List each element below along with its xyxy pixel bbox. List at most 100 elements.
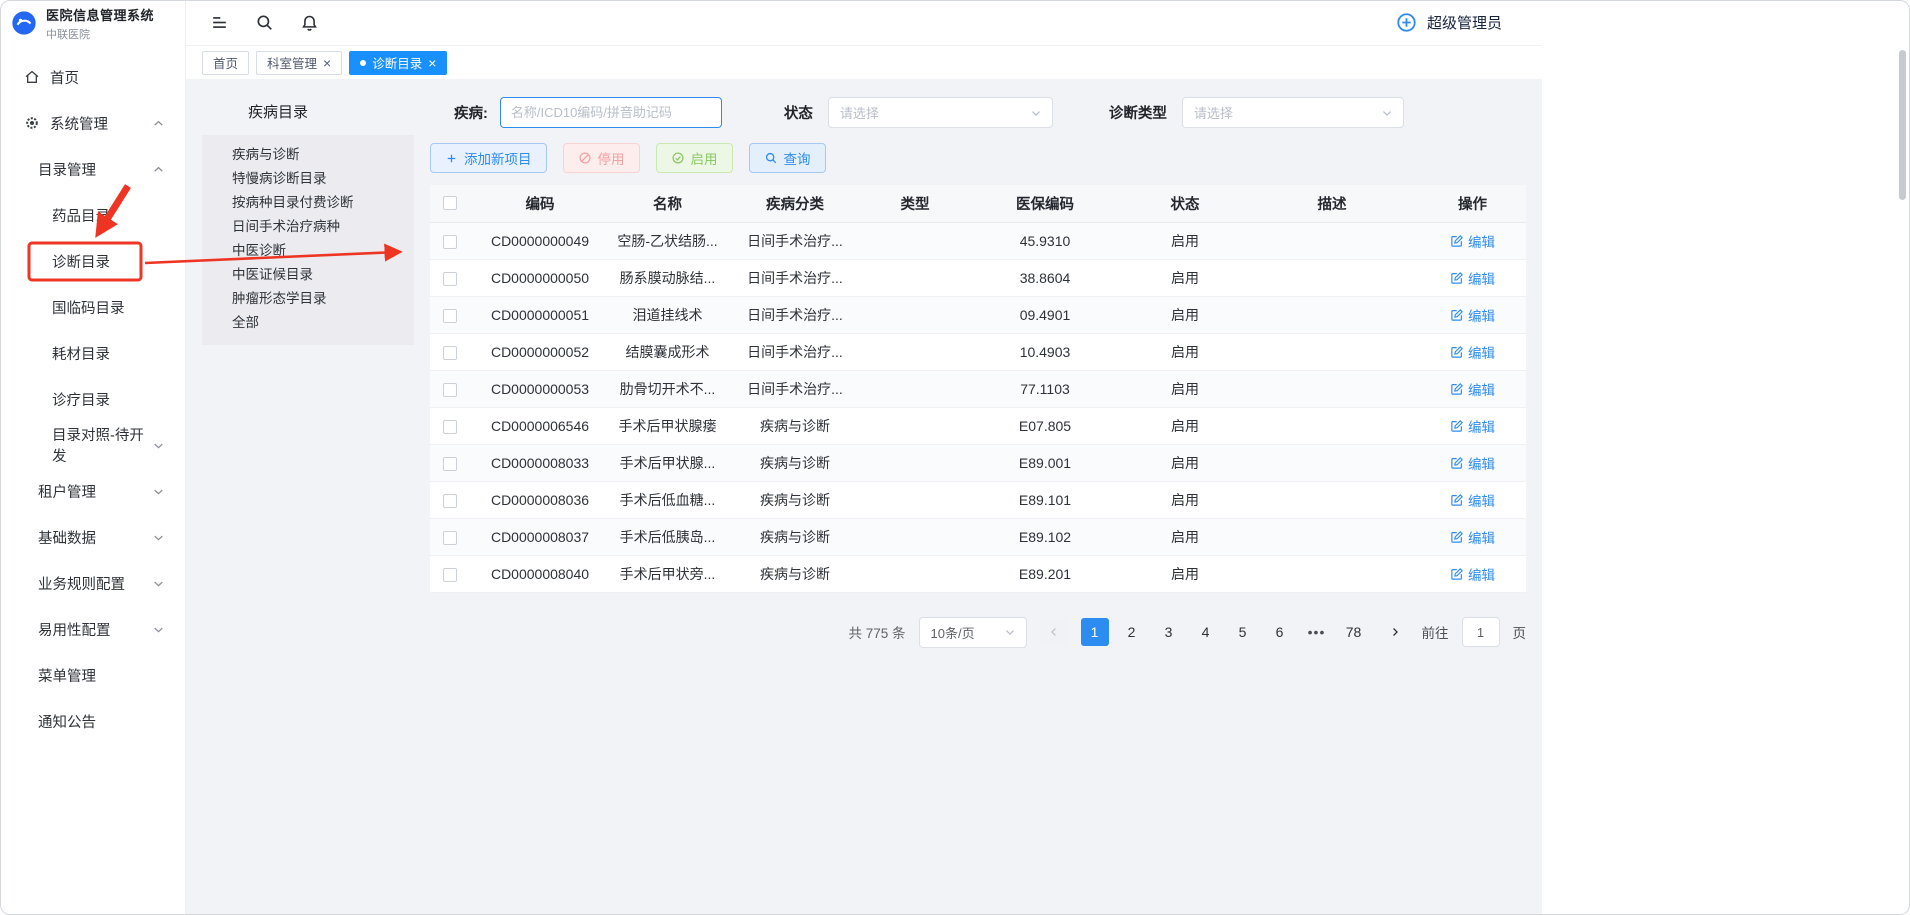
edit-button[interactable]: 编辑 [1450, 268, 1495, 288]
select-all-checkbox[interactable] [443, 196, 457, 210]
toolbar: 添加新项目 停用 启用 查询 [430, 143, 1526, 173]
sidebar-item-usability-config[interactable]: 易用性配置 [0, 606, 185, 652]
sidebar-item-label: 目录对照-待开发 [52, 424, 152, 466]
edit-button[interactable]: 编辑 [1450, 564, 1495, 584]
row-checkbox[interactable] [443, 383, 457, 397]
global-search-icon[interactable] [255, 13, 274, 32]
scrollbar-thumb[interactable] [1899, 50, 1906, 200]
catalog-item[interactable]: 中医证候目录 [202, 263, 414, 287]
edit-button[interactable]: 编辑 [1450, 379, 1495, 399]
page-button-4[interactable]: 4 [1192, 618, 1220, 646]
collapse-sidebar-icon[interactable] [210, 13, 229, 32]
edit-button[interactable]: 编辑 [1450, 305, 1495, 325]
edit-icon [1450, 493, 1464, 507]
cell-name: 肋骨切开术不... [610, 370, 725, 407]
cell-insurance_code: E89.102 [965, 518, 1125, 555]
catalog-item[interactable]: 全部 [202, 311, 414, 335]
sidebar-item-drug-catalog[interactable]: 药品目录 [0, 192, 185, 238]
catalog-item[interactable]: 特慢病诊断目录 [202, 167, 414, 191]
tab-dept-mgmt[interactable]: 科室管理× [256, 51, 342, 75]
row-checkbox[interactable] [443, 531, 457, 545]
tab-close-icon[interactable]: × [323, 56, 331, 70]
disease-catalog-panel: 疾病目录 疾病与诊断特慢病诊断目录按病种目录付费诊断日间手术治疗病种中医诊断中医… [202, 93, 414, 345]
row-checkbox[interactable] [443, 235, 457, 249]
chevron-right-icon [1388, 625, 1402, 639]
edit-button[interactable]: 编辑 [1450, 342, 1495, 362]
sidebar-item-national-code-catalog[interactable]: 国临码目录 [0, 284, 185, 330]
row-checkbox[interactable] [443, 494, 457, 508]
row-checkbox[interactable] [443, 420, 457, 434]
edit-button[interactable]: 编辑 [1450, 416, 1495, 436]
row-checkbox[interactable] [443, 568, 457, 582]
sidebar-item-tenant-mgmt[interactable]: 租户管理 [0, 468, 185, 514]
sidebar-item-home[interactable]: 首页 [0, 54, 185, 100]
goto-page-input[interactable] [1462, 617, 1500, 647]
row-checkbox[interactable] [443, 346, 457, 360]
page-button-5[interactable]: 5 [1229, 618, 1257, 646]
page-button-1[interactable]: 1 [1081, 618, 1109, 646]
cell-name: 泪道挂线术 [610, 296, 725, 333]
edit-button[interactable]: 编辑 [1450, 490, 1495, 510]
page-button-2[interactable]: 2 [1118, 618, 1146, 646]
cell-actions: 编辑 [1419, 259, 1526, 296]
sidebar: 医院信息管理系统 中联医院 首页系统管理目录管理药品目录诊断目录国临码目录耗材目… [0, 0, 186, 915]
pagination: 共 775 条 10条/页 123456•••78 前往 [430, 617, 1526, 648]
sidebar-item-catalog-mgmt[interactable]: 目录管理 [0, 146, 185, 192]
sidebar-item-system-mgmt[interactable]: 系统管理 [0, 100, 185, 146]
next-page-button[interactable] [1381, 618, 1409, 646]
cell-insurance_code: 10.4903 [965, 333, 1125, 370]
edit-label: 编辑 [1468, 564, 1495, 584]
sidebar-item-diagnosis-catalog[interactable]: 诊断目录 [0, 238, 185, 284]
user-menu[interactable]: 超级管理员 [1395, 11, 1502, 34]
catalog-item[interactable]: 日间手术治疗病种 [202, 215, 414, 239]
row-checkbox[interactable] [443, 457, 457, 471]
sidebar-item-basic-data[interactable]: 基础数据 [0, 514, 185, 560]
prev-page-button[interactable] [1040, 618, 1068, 646]
cell-description [1245, 444, 1419, 481]
catalog-item[interactable]: 按病种目录付费诊断 [202, 191, 414, 215]
cell-insurance_code: E07.805 [965, 407, 1125, 444]
edit-icon [1450, 567, 1464, 581]
enable-button[interactable]: 启用 [656, 143, 733, 173]
sidebar-item-menu-mgmt[interactable]: 菜单管理 [0, 652, 185, 698]
sidebar-item-notice[interactable]: 通知公告 [0, 698, 185, 744]
sidebar-item-treatment-catalog[interactable]: 诊疗目录 [0, 376, 185, 422]
sidebar-item-catalog-mapping[interactable]: 目录对照-待开发 [0, 422, 185, 468]
disable-button[interactable]: 停用 [563, 143, 640, 173]
more-pages-button[interactable]: ••• [1303, 618, 1331, 646]
cell-status: 启用 [1125, 518, 1245, 555]
sidebar-item-business-rules[interactable]: 业务规则配置 [0, 560, 185, 606]
tab-home[interactable]: 首页 [202, 51, 249, 75]
query-button[interactable]: 查询 [749, 143, 826, 173]
row-checkbox[interactable] [443, 309, 457, 323]
tab-close-icon[interactable]: × [428, 56, 436, 70]
add-item-button[interactable]: 添加新项目 [430, 143, 547, 173]
edit-button[interactable]: 编辑 [1450, 453, 1495, 473]
cell-type [865, 444, 965, 481]
enable-label: 启用 [691, 148, 718, 168]
table-row: CD0000006546手术后甲状腺瘘疾病与诊断E07.805启用编辑 [430, 407, 1526, 444]
cell-status: 启用 [1125, 370, 1245, 407]
edit-label: 编辑 [1468, 342, 1495, 362]
sidebar-item-label: 基础数据 [38, 527, 96, 548]
diagnosis-type-select[interactable]: 请选择 [1182, 97, 1404, 128]
catalog-item[interactable]: 中医诊断 [202, 239, 414, 263]
catalog-item[interactable]: 肿瘤形态学目录 [202, 287, 414, 311]
cell-actions: 编辑 [1419, 555, 1526, 592]
row-checkbox[interactable] [443, 272, 457, 286]
status-select[interactable]: 请选择 [828, 97, 1053, 128]
edit-button[interactable]: 编辑 [1450, 231, 1495, 251]
page-button-6[interactable]: 6 [1266, 618, 1294, 646]
edit-label: 编辑 [1468, 490, 1495, 510]
disease-search-input[interactable] [500, 97, 722, 128]
tab-diagnosis-catalog[interactable]: 诊断目录× [349, 51, 447, 75]
page-button-3[interactable]: 3 [1155, 618, 1183, 646]
notification-bell-icon[interactable] [300, 13, 319, 32]
catalog-item[interactable]: 疾病与诊断 [202, 143, 414, 167]
page-button-78[interactable]: 78 [1340, 618, 1368, 646]
sidebar-item-consumable-catalog[interactable]: 耗材目录 [0, 330, 185, 376]
chevron-up-icon [152, 163, 165, 176]
page-size-select[interactable]: 10条/页 [919, 617, 1027, 648]
table-row: CD0000008037手术后低胰岛...疾病与诊断E89.102启用编辑 [430, 518, 1526, 555]
edit-button[interactable]: 编辑 [1450, 527, 1495, 547]
